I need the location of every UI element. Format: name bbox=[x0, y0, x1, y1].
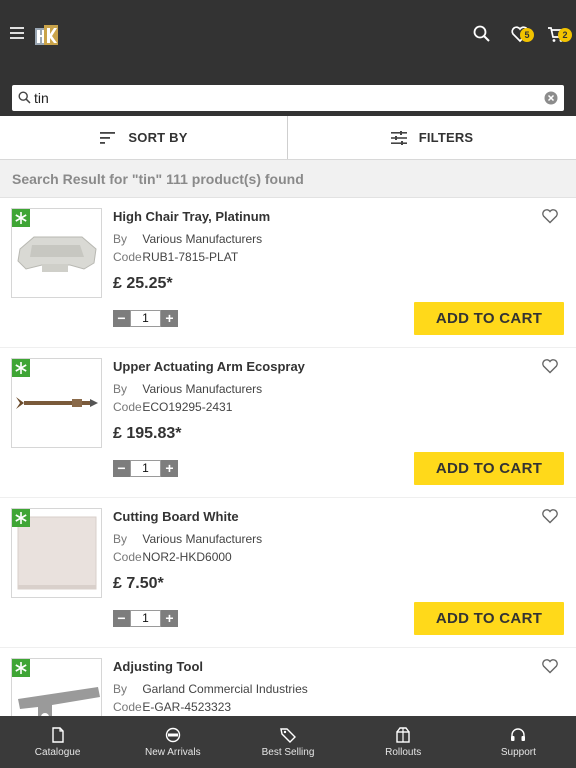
increase-qty-button[interactable]: + bbox=[161, 310, 178, 327]
new-product-badge bbox=[12, 509, 30, 527]
heart-icon[interactable] bbox=[541, 358, 559, 374]
filters-label: FILTERS bbox=[418, 130, 474, 145]
nav-new-arrivals[interactable]: New Arrivals bbox=[115, 716, 230, 768]
manufacturer-row: By Various Manufacturers bbox=[113, 382, 262, 396]
product-title[interactable]: Upper Actuating Arm Ecospray bbox=[113, 359, 305, 374]
filters-button[interactable]: FILTERS bbox=[288, 116, 576, 159]
decrease-qty-button[interactable]: − bbox=[113, 310, 130, 327]
brand-logo[interactable] bbox=[34, 22, 60, 48]
product-price: £ 25.25* bbox=[113, 275, 173, 292]
sort-by-button[interactable]: SORT BY bbox=[0, 116, 288, 159]
decrease-qty-button[interactable]: − bbox=[113, 610, 130, 627]
quantity-stepper: − 1 + bbox=[113, 310, 178, 327]
product-code: E-GAR-4523323 bbox=[142, 700, 232, 714]
quantity-field[interactable]: 1 bbox=[130, 310, 161, 327]
nav-label: Best Selling bbox=[261, 747, 315, 758]
search-result-summary: Search Result for "tin" 111 product(s) f… bbox=[0, 160, 576, 198]
new-product-badge bbox=[12, 209, 30, 227]
new-product-badge bbox=[12, 359, 30, 377]
search-bar bbox=[12, 85, 564, 111]
code-row: Code RUB1-7815-PLAT bbox=[113, 250, 238, 264]
quantity-field[interactable]: 1 bbox=[130, 610, 161, 627]
heart-icon[interactable] bbox=[541, 208, 559, 224]
app-header: 5 2 bbox=[0, 0, 576, 116]
search-input[interactable] bbox=[34, 87, 534, 109]
heart-icon[interactable] bbox=[541, 658, 559, 674]
snowflake-icon bbox=[15, 362, 27, 374]
filter-sliders-icon bbox=[390, 130, 407, 145]
product-list[interactable]: High Chair Tray, Platinum By Various Man… bbox=[0, 198, 576, 716]
sort-by-label: SORT BY bbox=[128, 130, 188, 145]
quantity-stepper: − 1 + bbox=[113, 610, 178, 627]
code-row: Code ECO19295-2431 bbox=[113, 400, 232, 414]
code-row: Code NOR2-HKD6000 bbox=[113, 550, 232, 564]
nav-best-selling[interactable]: Best Selling bbox=[230, 716, 345, 768]
decrease-qty-button[interactable]: − bbox=[113, 460, 130, 477]
product-card[interactable]: Adjusting Tool By Garland Commercial Ind… bbox=[0, 648, 576, 716]
code-label: Code bbox=[113, 550, 142, 564]
manufacturer-name: Various Manufacturers bbox=[142, 232, 263, 246]
wishlist-count-badge: 5 bbox=[520, 28, 534, 42]
search-icon bbox=[18, 91, 31, 104]
product-price: £ 195.83* bbox=[113, 425, 182, 442]
clear-search-icon[interactable] bbox=[544, 91, 558, 105]
quantity-stepper: − 1 + bbox=[113, 460, 178, 477]
manufacturer-row: By Various Manufacturers bbox=[113, 232, 262, 246]
search-icon[interactable] bbox=[472, 24, 494, 46]
manufacturer-row: By Garland Commercial Industries bbox=[113, 682, 308, 696]
nav-label: New Arrivals bbox=[145, 747, 201, 758]
nav-label: Support bbox=[500, 747, 536, 758]
manufacturer-name: Various Manufacturers bbox=[142, 382, 263, 396]
product-title[interactable]: Cutting Board White bbox=[113, 509, 239, 524]
manufacturer-row: By Various Manufacturers bbox=[113, 532, 262, 546]
nav-support[interactable]: Support bbox=[461, 716, 576, 768]
product-card[interactable]: Cutting Board White By Various Manufactu… bbox=[0, 498, 576, 648]
increase-qty-button[interactable]: + bbox=[161, 460, 178, 477]
product-title[interactable]: Adjusting Tool bbox=[113, 659, 203, 674]
bottom-navigation: Catalogue New Arrivals Best Selling Roll… bbox=[0, 716, 576, 768]
product-code: ECO19295-2431 bbox=[142, 400, 233, 414]
snowflake-icon bbox=[15, 512, 27, 524]
nav-label: Catalogue bbox=[34, 747, 81, 758]
quantity-field[interactable]: 1 bbox=[130, 460, 161, 477]
sort-filter-bar: SORT BY FILTERS bbox=[0, 116, 576, 160]
document-icon bbox=[51, 727, 64, 743]
product-code: RUB1-7815-PLAT bbox=[142, 250, 239, 264]
add-to-cart-button[interactable]: ADD TO CART bbox=[414, 602, 564, 635]
code-row: Code E-GAR-4523323 bbox=[113, 700, 231, 714]
code-label: Code bbox=[113, 700, 142, 714]
nav-rollouts[interactable]: Rollouts bbox=[346, 716, 461, 768]
manufacturer-name: Various Manufacturers bbox=[142, 532, 263, 546]
product-card[interactable]: High Chair Tray, Platinum By Various Man… bbox=[0, 198, 576, 348]
by-label: By bbox=[113, 382, 128, 396]
snowflake-icon bbox=[15, 212, 27, 224]
heart-icon[interactable] bbox=[541, 508, 559, 524]
snowflake-icon bbox=[15, 662, 27, 674]
new-product-badge bbox=[12, 659, 30, 677]
nav-catalogue[interactable]: Catalogue bbox=[0, 716, 115, 768]
product-price: £ 7.50* bbox=[113, 575, 164, 592]
product-card[interactable]: Upper Actuating Arm Ecospray By Various … bbox=[0, 348, 576, 498]
new-arrivals-icon bbox=[165, 727, 180, 743]
by-label: By bbox=[113, 232, 128, 246]
cart-count-badge: 2 bbox=[558, 28, 572, 42]
manufacturer-name: Garland Commercial Industries bbox=[142, 682, 308, 696]
cart-button[interactable]: 2 bbox=[547, 24, 572, 46]
add-to-cart-button[interactable]: ADD TO CART bbox=[414, 452, 564, 485]
increase-qty-button[interactable]: + bbox=[161, 610, 178, 627]
add-to-cart-button[interactable]: ADD TO CART bbox=[414, 302, 564, 335]
product-title[interactable]: High Chair Tray, Platinum bbox=[113, 209, 270, 224]
code-label: Code bbox=[113, 250, 142, 264]
wishlist-button[interactable]: 5 bbox=[510, 24, 534, 46]
hamburger-icon[interactable] bbox=[10, 27, 24, 39]
box-icon bbox=[396, 727, 410, 743]
nav-label: Rollouts bbox=[385, 747, 422, 758]
by-label: By bbox=[113, 532, 128, 546]
product-code: NOR2-HKD6000 bbox=[142, 550, 232, 564]
by-label: By bbox=[113, 682, 128, 696]
code-label: Code bbox=[113, 400, 142, 414]
headset-icon bbox=[511, 728, 526, 741]
sort-icon bbox=[100, 131, 116, 144]
tag-icon bbox=[280, 728, 296, 743]
